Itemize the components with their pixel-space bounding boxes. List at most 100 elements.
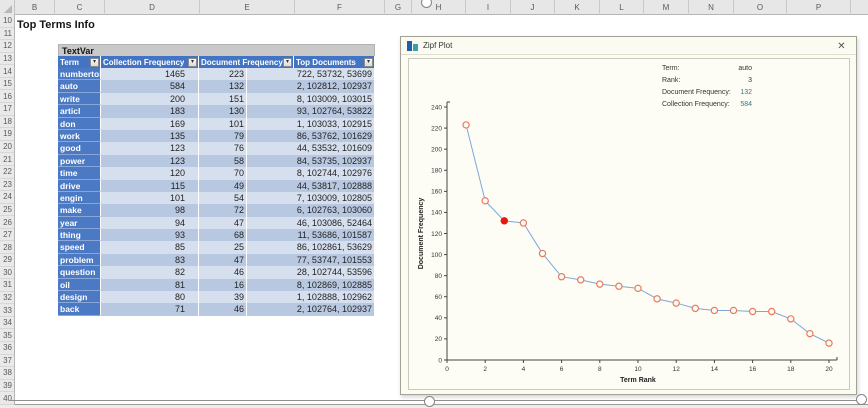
collection-frequency-cell[interactable]: 101 [101,192,199,204]
collection-frequency-cell[interactable]: 94 [101,217,199,229]
collection-frequency-cell[interactable]: 200 [101,93,199,105]
column-header[interactable]: E [200,0,295,15]
row-header[interactable]: 10 [0,15,14,28]
top-documents-cell[interactable]: 6, 102763, 103060 [247,204,375,216]
filter-dropdown-icon[interactable]: ▾ [283,58,292,67]
column-header[interactable]: M [644,0,689,15]
term-cell[interactable]: year [58,217,101,229]
document-frequency-cell[interactable]: 70 [199,167,247,179]
filter-dropdown-icon[interactable]: ▾ [364,58,373,67]
term-cell[interactable]: time [58,167,101,179]
document-frequency-cell[interactable]: 68 [199,229,247,241]
data-point[interactable] [635,285,641,291]
filter-dropdown-icon[interactable]: ▾ [188,58,197,67]
data-point[interactable] [520,220,526,226]
row-header[interactable]: 18 [0,116,14,129]
row-header[interactable]: 22 [0,166,14,179]
term-cell[interactable]: oil [58,279,101,291]
selected-data-point[interactable] [501,217,508,224]
data-point[interactable] [559,274,565,280]
term-cell[interactable]: engin [58,192,101,204]
close-icon[interactable]: ✕ [835,40,848,53]
collection-frequency-cell[interactable]: 98 [101,204,199,216]
collection-frequency-cell[interactable]: 120 [101,167,199,179]
top-documents-cell[interactable]: 44, 53532, 101609 [247,142,375,154]
term-cell[interactable]: make [58,204,101,216]
document-frequency-cell[interactable]: 130 [199,105,247,117]
column-header[interactable]: I [466,0,511,15]
collection-frequency-cell[interactable]: 1465 [101,68,199,80]
row-header[interactable]: 36 [0,342,14,355]
column-header[interactable]: O [734,0,787,15]
table-group-header[interactable]: TextVar [58,44,375,56]
document-frequency-cell[interactable]: 76 [199,142,247,154]
document-frequency-cell[interactable]: 16 [199,279,247,291]
term-cell[interactable]: numbertok [58,68,101,80]
column-header[interactable]: D [105,0,200,15]
document-frequency-cell[interactable]: 49 [199,180,247,192]
column-header[interactable]: F [295,0,385,15]
document-frequency-cell[interactable]: 54 [199,192,247,204]
column-header[interactable]: P [787,0,851,15]
header-top-documents[interactable]: Top Documents ▾ [294,56,375,68]
term-cell[interactable]: thing [58,229,101,241]
document-frequency-cell[interactable]: 72 [199,204,247,216]
data-point[interactable] [597,281,603,287]
header-collection-frequency[interactable]: Collection Frequency ▾ [101,56,199,68]
data-point[interactable] [807,331,813,337]
row-header[interactable]: 32 [0,292,14,305]
row-header[interactable]: 39 [0,380,14,393]
row-header[interactable]: 35 [0,329,14,342]
row-header[interactable]: 29 [0,254,14,267]
top-documents-cell[interactable]: 86, 102861, 53629 [247,241,375,253]
header-document-frequency[interactable]: Document Frequency ▾ [199,56,294,68]
top-documents-cell[interactable]: 86, 53762, 101629 [247,130,375,142]
data-point[interactable] [673,300,679,306]
row-header[interactable]: 31 [0,279,14,292]
row-header[interactable]: 30 [0,267,14,280]
row-header[interactable]: 24 [0,191,14,204]
data-point[interactable] [711,307,717,313]
data-point[interactable] [463,122,469,128]
column-header[interactable]: L [600,0,644,15]
top-documents-cell[interactable]: 93, 102764, 53822 [247,105,375,117]
document-frequency-cell[interactable]: 46 [199,266,247,278]
row-header[interactable]: 20 [0,141,14,154]
data-point[interactable] [482,198,488,204]
data-point[interactable] [750,308,756,314]
collection-frequency-cell[interactable]: 82 [101,266,199,278]
top-documents-cell[interactable]: 44, 53817, 102888 [247,180,375,192]
top-documents-cell[interactable]: 77, 53747, 101553 [247,254,375,266]
row-header[interactable]: 14 [0,65,14,78]
row-header[interactable]: 13 [0,53,14,66]
top-documents-cell[interactable]: 46, 103086, 52464 [247,217,375,229]
term-cell[interactable]: question [58,266,101,278]
row-header[interactable]: 37 [0,355,14,368]
term-cell[interactable]: articl [58,105,101,117]
collection-frequency-cell[interactable]: 115 [101,180,199,192]
row-header[interactable]: 15 [0,78,14,91]
data-point[interactable] [769,308,775,314]
collection-frequency-cell[interactable]: 123 [101,142,199,154]
collection-frequency-cell[interactable]: 135 [101,130,199,142]
row-header[interactable]: 21 [0,153,14,166]
data-point[interactable] [730,307,736,313]
document-frequency-cell[interactable]: 47 [199,217,247,229]
select-all-corner[interactable] [0,0,15,15]
top-documents-cell[interactable]: 7, 103009, 102805 [247,192,375,204]
term-cell[interactable]: drive [58,180,101,192]
collection-frequency-cell[interactable]: 183 [101,105,199,117]
term-cell[interactable]: power [58,155,101,167]
document-frequency-cell[interactable]: 25 [199,241,247,253]
term-cell[interactable]: don [58,118,101,130]
term-cell[interactable]: good [58,142,101,154]
collection-frequency-cell[interactable]: 85 [101,241,199,253]
zipf-titlebar[interactable]: Zipf Plot ✕ [401,37,856,55]
data-point[interactable] [826,340,832,346]
document-frequency-cell[interactable]: 101 [199,118,247,130]
selection-handle-bottom-center[interactable] [424,396,435,407]
row-header[interactable]: 17 [0,103,14,116]
column-header[interactable]: N [689,0,734,15]
column-header[interactable]: C [55,0,105,15]
row-header[interactable]: 26 [0,216,14,229]
